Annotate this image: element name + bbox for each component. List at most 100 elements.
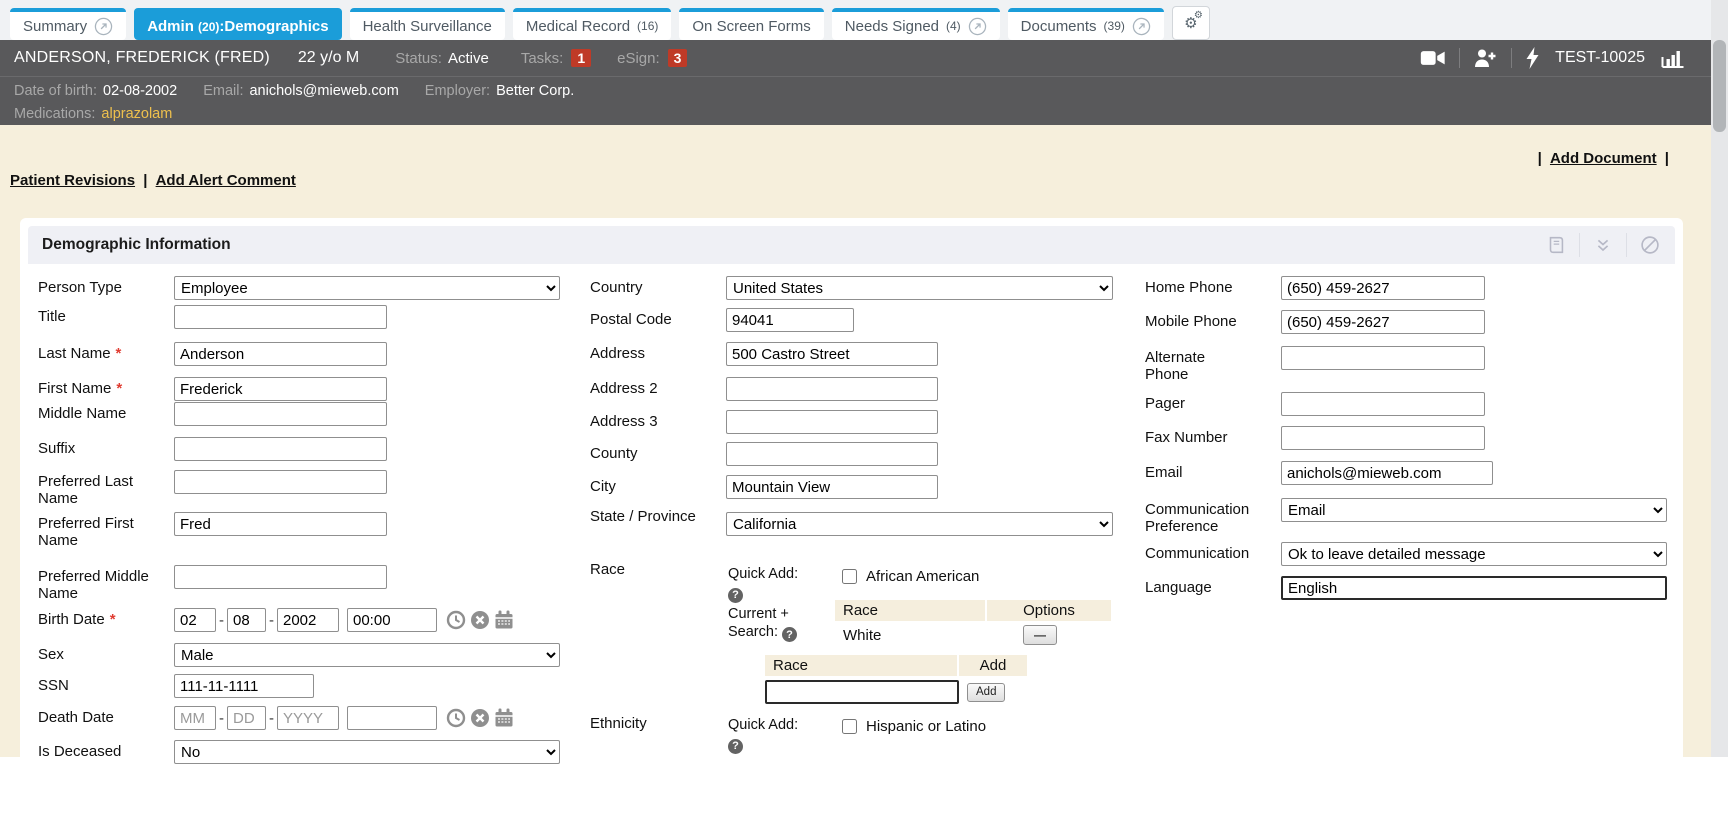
help-icon[interactable]: ? [728, 739, 743, 754]
esign-badge[interactable]: 3 [668, 49, 688, 67]
vertical-scrollbar[interactable] [1711, 0, 1728, 757]
disable-circle-slash-icon[interactable] [1639, 234, 1661, 256]
field-suffix: Suffix [38, 437, 387, 461]
external-link-icon[interactable] [1132, 17, 1151, 36]
state-select[interactable]: California [726, 512, 1113, 536]
checkbox-label: Hispanic or Latino [866, 718, 986, 735]
tab-on-screen-forms[interactable]: On Screen Forms [679, 8, 823, 40]
field-alternate-phone: Alternate Phone [1145, 346, 1485, 383]
help-icon[interactable]: ? [728, 588, 743, 603]
ethnicity-hispanic-checkbox[interactable] [842, 719, 857, 734]
medications-value[interactable]: alprazolam [101, 106, 172, 122]
communication-preference-select[interactable]: Email [1281, 498, 1667, 522]
communication-select[interactable]: Ok to leave detailed message [1281, 542, 1667, 566]
death-year-input[interactable] [277, 706, 339, 730]
race-african-american-checkbox[interactable] [842, 569, 857, 584]
preferred-middle-name-input[interactable] [174, 565, 387, 589]
date-separator: - [269, 608, 274, 629]
field-label: Alternate Phone [1145, 346, 1245, 383]
tab-label: Summary [23, 18, 87, 35]
county-input[interactable] [726, 442, 938, 466]
panel-header: Demographic Information [28, 226, 1675, 264]
tab-needs-signed[interactable]: Needs Signed (4) [832, 8, 1000, 40]
clock-icon[interactable] [446, 610, 466, 630]
patient-header-band: ANDERSON, FREDERICK (FRED) 22 y/o M Stat… [0, 40, 1711, 125]
pager-input[interactable] [1281, 392, 1485, 416]
is-deceased-select[interactable]: No [174, 740, 560, 764]
clear-date-icon[interactable] [470, 610, 490, 630]
status-value: Active [448, 50, 489, 67]
remove-race-button[interactable]: — [1023, 625, 1057, 645]
field-is-deceased: Is Deceased No [38, 740, 560, 764]
clock-icon[interactable] [446, 708, 466, 728]
language-input[interactable] [1281, 576, 1667, 600]
field-postal-code: Postal Code [590, 308, 854, 332]
mobile-phone-input[interactable] [1281, 310, 1485, 334]
field-city: City [590, 475, 938, 499]
tab-documents[interactable]: Documents (39) [1008, 8, 1164, 40]
race-search-input[interactable] [765, 680, 959, 704]
birth-month-input[interactable] [174, 608, 216, 632]
death-day-input[interactable] [227, 706, 266, 730]
add-alert-comment-link[interactable]: Add Alert Comment [156, 172, 296, 189]
tasks-label: Tasks: [521, 50, 564, 67]
alternate-phone-input[interactable] [1281, 346, 1485, 370]
calendar-icon[interactable] [494, 610, 514, 630]
country-select[interactable]: United States [726, 276, 1113, 300]
patient-revisions-link[interactable]: Patient Revisions [10, 172, 135, 189]
last-name-input[interactable] [174, 342, 387, 366]
home-phone-input[interactable] [1281, 276, 1485, 300]
death-time-input[interactable] [347, 706, 437, 730]
status-label: Status: [395, 50, 442, 67]
death-month-input[interactable] [174, 706, 216, 730]
first-name-input[interactable] [174, 377, 387, 401]
field-first-name: First Name* [38, 377, 387, 401]
field-mobile-phone: Mobile Phone [1145, 310, 1485, 334]
journal-icon[interactable] [1545, 234, 1567, 256]
help-icon[interactable]: ? [782, 627, 797, 642]
calendar-icon[interactable] [494, 708, 514, 728]
fax-number-input[interactable] [1281, 426, 1485, 450]
tab-summary[interactable]: Summary [10, 8, 126, 40]
external-link-icon[interactable] [968, 17, 987, 36]
address3-input[interactable] [726, 410, 938, 434]
external-link-icon[interactable] [94, 17, 113, 36]
postal-code-input[interactable] [726, 308, 854, 332]
tasks-badge[interactable]: 1 [571, 49, 591, 67]
person-add-icon[interactable] [1473, 47, 1498, 69]
email-input[interactable] [1281, 461, 1493, 485]
person-type-select[interactable]: Employee [174, 276, 560, 300]
video-camera-icon[interactable] [1420, 49, 1446, 67]
birth-day-input[interactable] [227, 608, 266, 632]
add-document-link[interactable]: Add Document [1550, 150, 1657, 167]
tab-medical-record[interactable]: Medical Record (16) [513, 8, 672, 40]
ssn-input[interactable] [174, 674, 314, 698]
tab-health-surveillance[interactable]: Health Surveillance [350, 8, 505, 40]
title-input[interactable] [174, 305, 387, 329]
address-input[interactable] [726, 342, 938, 366]
chevron-double-down-icon[interactable] [1592, 234, 1614, 256]
preferred-last-name-input[interactable] [174, 470, 387, 494]
birth-year-input[interactable] [277, 608, 339, 632]
address2-input[interactable] [726, 377, 938, 401]
city-input[interactable] [726, 475, 938, 499]
date-separator: - [219, 706, 224, 727]
race-value: White [835, 627, 1001, 644]
scrollbar-thumb[interactable] [1713, 40, 1726, 132]
sex-select[interactable]: Male [174, 643, 560, 667]
middle-name-input[interactable] [174, 402, 387, 426]
suffix-input[interactable] [174, 437, 387, 461]
clear-date-icon[interactable] [470, 708, 490, 728]
divider [1511, 48, 1512, 68]
field-label: Address 3 [590, 410, 726, 430]
preferred-first-name-input[interactable] [174, 512, 387, 536]
birth-time-input[interactable] [347, 608, 437, 632]
race-add-button[interactable]: Add [967, 683, 1005, 702]
field-title: Title [38, 305, 387, 329]
tab-admin-demographics[interactable]: Admin (20):Demographics [134, 8, 341, 40]
race-table-row: White — [835, 625, 1111, 645]
lightning-icon[interactable] [1525, 47, 1540, 69]
settings-gear-button[interactable]: ⚙ ⚙ [1172, 6, 1210, 40]
chart-icon[interactable] [1660, 47, 1685, 69]
field-label: Communication [1145, 542, 1281, 562]
